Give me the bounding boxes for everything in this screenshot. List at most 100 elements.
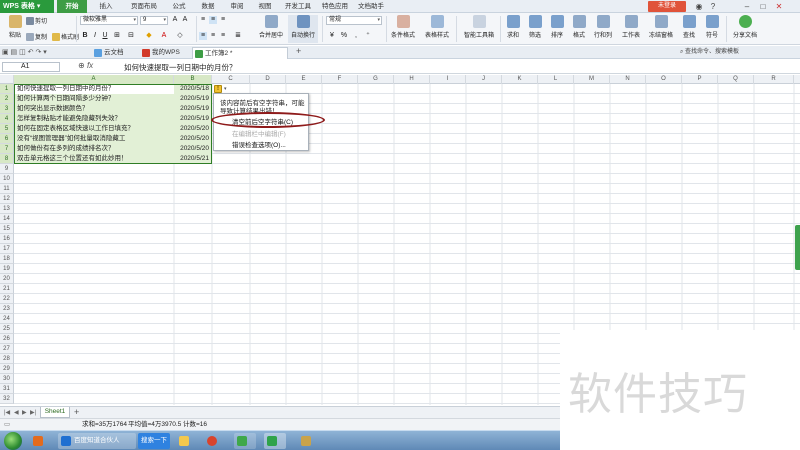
column-header[interactable]: H <box>394 75 430 84</box>
row-header[interactable]: 23 <box>0 304 14 314</box>
align-right-icon[interactable]: ≡ <box>219 32 227 40</box>
merge-cells-icon[interactable]: ⊟ <box>127 32 135 40</box>
cell-question[interactable]: 如何快速提取一列日期中的月份？ <box>14 84 174 94</box>
tab-insert[interactable]: 插入 <box>92 0 120 13</box>
app-menu-button[interactable]: WPS 表格 ▾ <box>0 0 54 13</box>
align-center-icon[interactable]: ≡ <box>209 32 217 40</box>
font-color-icon[interactable]: A <box>160 32 168 40</box>
percent-button[interactable]: % <box>340 32 348 40</box>
thousands-icon[interactable]: , <box>352 32 360 40</box>
row-header[interactable]: 30 <box>0 374 14 384</box>
row-header[interactable]: 18 <box>0 254 14 264</box>
taskbar-explorer[interactable] <box>176 433 198 449</box>
column-header[interactable]: M <box>574 75 610 84</box>
side-panel-toggle[interactable] <box>795 225 800 270</box>
doc-tab-workbook[interactable]: 工作簿2 * <box>192 47 288 59</box>
align-left-icon[interactable]: ≡ <box>199 32 207 40</box>
column-header[interactable]: L <box>538 75 574 84</box>
align-bottom-icon[interactable]: ≡ <box>219 16 227 24</box>
row-header[interactable]: 7 <box>0 144 14 154</box>
row-header[interactable]: 19 <box>0 264 14 274</box>
find-button[interactable]: 查找 <box>678 15 700 39</box>
next-sheet-icon[interactable]: ▶ <box>22 409 27 416</box>
edit-in-formula-bar-menu-item[interactable]: 在编辑栏中编辑(F) <box>232 128 286 138</box>
share-doc-button[interactable]: 分享文档 <box>730 15 760 39</box>
table-style-button[interactable]: 表格样式 <box>422 15 452 39</box>
taskbar-ime-window[interactable]: 百度知道合伙人 <box>58 433 136 449</box>
doc-tab-my-wps[interactable]: 我的WPS <box>140 47 188 59</box>
maximize-icon[interactable]: □ <box>756 0 770 13</box>
row-header[interactable]: 4 <box>0 114 14 124</box>
column-header[interactable]: Q <box>718 75 754 84</box>
column-header[interactable]: D <box>250 75 286 84</box>
format-button[interactable]: 格式 <box>568 15 590 39</box>
row-header[interactable]: 21 <box>0 284 14 294</box>
wrap-text-button[interactable]: 自动换行 <box>288 15 318 43</box>
font-size-select[interactable]: 9 ▾ <box>140 16 168 25</box>
sum-button[interactable]: 求和 <box>502 15 524 39</box>
increase-decimal-icon[interactable]: ⁺ <box>364 32 372 40</box>
borders-icon[interactable]: ⊞ <box>113 32 121 40</box>
cell-question[interactable]: 双击单元格这三个位置还有如此妙用！ <box>14 154 174 164</box>
cell-question[interactable]: 如何在固定表格区域快速以工作日填充？ <box>14 124 174 134</box>
quick-access-icons[interactable]: ▣ ▤ ◫ ↶ ↷ ▾ <box>2 48 47 56</box>
column-header[interactable]: E <box>286 75 322 84</box>
start-menu-button[interactable] <box>4 432 22 450</box>
tab-view[interactable]: 视图 <box>252 0 278 13</box>
distribute-icon[interactable]: ≣ <box>234 32 242 40</box>
row-header[interactable]: 15 <box>0 224 14 234</box>
minimize-icon[interactable]: – <box>740 0 754 13</box>
row-header[interactable]: 8 <box>0 154 14 164</box>
align-top-icon[interactable]: ≡ <box>199 16 207 24</box>
cell-date[interactable]: 2020/5/19 <box>174 94 212 104</box>
column-header[interactable]: O <box>646 75 682 84</box>
underline-icon[interactable]: U <box>101 32 109 40</box>
cell-question[interactable]: 如何突出显示数据颜色？ <box>14 104 174 114</box>
cell-date[interactable]: 2020/5/19 <box>174 114 212 124</box>
zoom-icon[interactable]: ⊕ <box>78 61 85 70</box>
row-header[interactable]: 6 <box>0 134 14 144</box>
cell-date[interactable]: 2020/5/21 <box>174 154 212 164</box>
tab-review[interactable]: 审阅 <box>224 0 250 13</box>
tab-special-apps[interactable]: 特色应用 <box>318 0 352 13</box>
row-header[interactable]: 31 <box>0 384 14 394</box>
row-header[interactable]: 32 <box>0 394 14 404</box>
taskbar-app-green[interactable] <box>234 433 256 449</box>
sheet-tab-sheet1[interactable]: Sheet1 <box>40 407 70 418</box>
taskbar-media-player[interactable] <box>30 433 52 449</box>
new-tab-button[interactable]: + <box>296 46 301 56</box>
merge-center-button[interactable]: 合并居中 <box>256 15 286 39</box>
row-header[interactable]: 5 <box>0 124 14 134</box>
align-middle-icon[interactable]: ≡ <box>209 16 217 24</box>
font-name-select[interactable]: 微软雅黑 ▾ <box>80 16 138 25</box>
decrease-font-icon[interactable]: A <box>181 16 189 24</box>
column-header[interactable]: F <box>322 75 358 84</box>
sort-button[interactable]: 排序 <box>546 15 568 39</box>
doc-tab-cloud[interactable]: 云文档 <box>92 47 132 59</box>
prev-sheet-icon[interactable]: ◀ <box>14 409 19 416</box>
column-header[interactable]: I <box>430 75 466 84</box>
taskbar-wps-spreadsheet[interactable] <box>264 433 286 449</box>
row-header[interactable]: 10 <box>0 174 14 184</box>
column-header[interactable]: A <box>14 75 174 84</box>
row-header[interactable]: 24 <box>0 314 14 324</box>
close-icon[interactable]: ✕ <box>772 0 786 13</box>
number-format-select[interactable]: 常规 ▾ <box>326 16 382 25</box>
taskbar-search-button[interactable]: 搜索一下 <box>138 433 170 449</box>
row-header[interactable]: 27 <box>0 344 14 354</box>
copy-button[interactable]: 复制 <box>26 32 47 42</box>
cell-date[interactable]: 2020/5/20 <box>174 144 212 154</box>
tab-page-layout[interactable]: 页面布局 <box>124 0 164 13</box>
fx-icon[interactable]: fx <box>87 61 93 70</box>
row-header[interactable]: 3 <box>0 104 14 114</box>
column-header[interactable]: N <box>610 75 646 84</box>
row-header[interactable]: 25 <box>0 324 14 334</box>
last-sheet-icon[interactable]: ▶| <box>30 409 36 416</box>
row-col-button[interactable]: 行和列 <box>590 15 616 39</box>
format-painter-button[interactable]: 格式刷 <box>52 32 79 42</box>
first-sheet-icon[interactable]: |◀ <box>4 409 10 416</box>
select-all-corner[interactable] <box>0 75 14 84</box>
bold-icon[interactable]: B <box>81 32 89 40</box>
taskbar-chrome[interactable] <box>204 433 226 449</box>
row-header[interactable]: 29 <box>0 364 14 374</box>
